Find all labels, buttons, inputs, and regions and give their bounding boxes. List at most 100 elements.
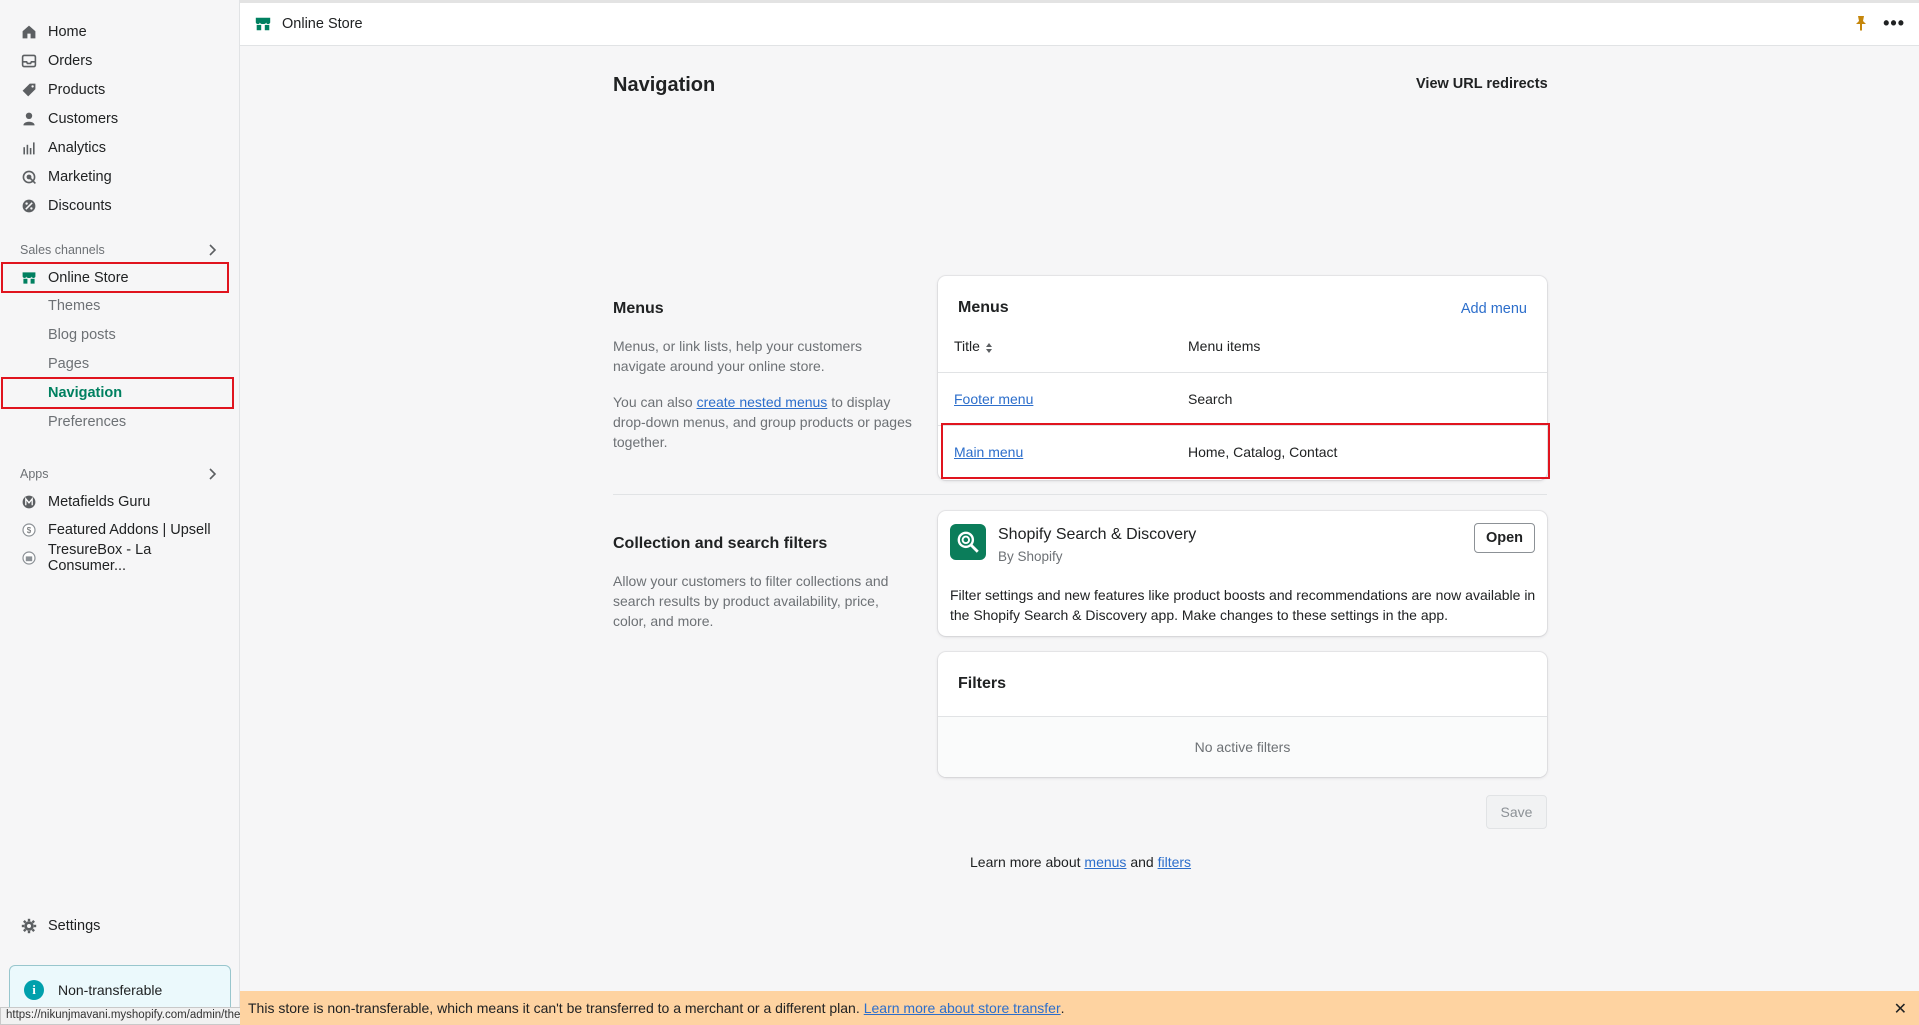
menus-card: Menus Add menu Title Menu items Footer m…: [938, 276, 1547, 480]
sidebar: Home Orders Products Customers Analytics…: [0, 0, 240, 1025]
column-header-menu-items: Menu items: [1188, 338, 1261, 354]
search-discovery-logo-icon: [950, 524, 986, 560]
sort-icon[interactable]: [984, 341, 994, 354]
main-menu-items: Home, Catalog, Contact: [1188, 444, 1338, 460]
sidebar-item-label: Metafields Guru: [48, 494, 151, 510]
save-button[interactable]: Save: [1486, 795, 1547, 829]
non-transferable-label: Non-transferable: [58, 982, 163, 998]
section-divider: [613, 494, 1547, 495]
addons-icon: $: [20, 521, 38, 539]
banner-text: This store is non-transferable, which me…: [248, 1000, 860, 1016]
info-icon: i: [24, 980, 44, 1000]
metafields-icon: [20, 493, 38, 511]
sidebar-subitem-navigation[interactable]: Navigation: [0, 380, 232, 406]
learn-more-and: and: [1126, 854, 1158, 870]
learn-more-prefix: Learn more about: [970, 854, 1085, 870]
filters-section-desc: Allow your customers to filter collectio…: [613, 573, 889, 629]
store-transfer-link[interactable]: Learn more about store transfer: [864, 1000, 1061, 1016]
open-app-button[interactable]: Open: [1474, 523, 1535, 553]
filters-section-title: Collection and search filters: [613, 535, 828, 552]
view-url-redirects-button[interactable]: View URL redirects: [1416, 76, 1548, 92]
menus-section-desc-2: You can also create nested menus to disp…: [613, 392, 913, 452]
filters-card: Filters No active filters: [938, 652, 1547, 777]
orders-icon: [20, 52, 38, 70]
non-transferable-banner: This store is non-transferable, which me…: [240, 991, 1919, 1025]
divider: [938, 425, 1547, 426]
sidebar-item-label: Analytics: [48, 140, 107, 156]
gear-icon: [20, 917, 38, 935]
column-header-title-label: Title: [954, 338, 980, 354]
sidebar-item-customers[interactable]: Customers: [0, 106, 232, 132]
sidebar-item-marketing[interactable]: Marketing: [0, 164, 232, 190]
add-menu-button[interactable]: Add menu: [1461, 301, 1527, 317]
sidebar-subitem-pages[interactable]: Pages: [0, 351, 232, 377]
sidebar-subitem-blog-posts[interactable]: Blog posts: [0, 322, 232, 348]
sidebar-item-label: Featured Addons | Upsell: [48, 522, 211, 538]
close-icon[interactable]: ✕: [1894, 999, 1907, 1019]
menus-help-link[interactable]: menus: [1084, 854, 1126, 870]
store-icon: [254, 15, 272, 33]
sidebar-app-metafields-guru[interactable]: Metafields Guru: [0, 489, 232, 515]
svg-text:$: $: [27, 526, 32, 535]
sidebar-item-products[interactable]: Products: [0, 77, 232, 103]
sidebar-item-label: Products: [48, 82, 106, 98]
home-icon: [20, 23, 38, 41]
sales-channels-header[interactable]: Sales channels: [20, 242, 220, 258]
sidebar-app-featured-addons[interactable]: $ Featured Addons | Upsell: [0, 517, 232, 543]
main-menu-link[interactable]: Main menu: [954, 444, 1023, 460]
menus-desc-prefix: You can also: [613, 394, 697, 410]
sidebar-item-label: Home: [48, 24, 87, 40]
chevron-right-icon[interactable]: [204, 466, 220, 482]
top-bar-title: Online Store: [282, 16, 363, 32]
app-developer: By Shopify: [998, 549, 1063, 564]
sidebar-item-label: Online Store: [48, 270, 129, 286]
sidebar-item-analytics[interactable]: Analytics: [0, 135, 232, 161]
more-actions-icon[interactable]: •••: [1883, 13, 1905, 34]
divider: [938, 372, 1547, 373]
sidebar-item-label: Marketing: [48, 169, 112, 185]
sidebar-app-tresurebox[interactable]: TresureBox - La Consumer...: [0, 542, 232, 574]
app-description: Filter settings and new features like pr…: [950, 587, 1536, 623]
learn-more-footer: Learn more about menus and filters: [970, 854, 1191, 870]
menus-desc-text: Menus, or link lists, help your customer…: [613, 338, 862, 374]
banner-suffix: .: [1060, 1000, 1065, 1016]
app-name: Shopify Search & Discovery: [998, 526, 1197, 543]
apps-label: Apps: [20, 467, 49, 481]
sidebar-item-label: TresureBox - La Consumer...: [47, 542, 152, 574]
discount-icon: [20, 197, 38, 215]
sidebar-item-label: Settings: [48, 918, 101, 934]
page-title: Navigation: [613, 74, 716, 96]
status-bar-url: https://nikunjmavani.myshopify.com/admin…: [0, 1007, 269, 1025]
sidebar-item-orders[interactable]: Orders: [0, 48, 232, 74]
store-icon: [20, 269, 38, 287]
top-bar: Online Store •••: [240, 0, 1919, 46]
no-active-filters: No active filters: [938, 716, 1547, 777]
footer-menu-items: Search: [1188, 391, 1233, 407]
bar-chart-icon: [20, 139, 38, 157]
sidebar-item-settings[interactable]: Settings: [0, 913, 232, 939]
menus-section-desc: Menus, or link lists, help your customer…: [613, 336, 913, 376]
chevron-right-icon[interactable]: [204, 242, 220, 258]
pin-icon[interactable]: [1853, 15, 1869, 31]
sidebar-item-home[interactable]: Home: [0, 19, 232, 45]
footer-menu-link[interactable]: Footer menu: [954, 391, 1033, 407]
sales-channels-label: Sales channels: [20, 243, 105, 257]
person-icon: [20, 110, 38, 128]
sidebar-item-label: Orders: [48, 53, 93, 69]
filters-card-title: Filters: [958, 675, 1007, 692]
apps-header[interactable]: Apps: [20, 466, 220, 482]
menus-section-title: Menus: [613, 300, 664, 317]
tag-icon: [20, 81, 38, 99]
target-icon: [20, 168, 38, 186]
sidebar-item-discounts[interactable]: Discounts: [0, 193, 232, 219]
sidebar-subitem-themes[interactable]: Themes: [0, 293, 232, 319]
sidebar-item-online-store[interactable]: Online Store: [0, 265, 232, 291]
create-nested-menus-link[interactable]: create nested menus: [697, 394, 828, 410]
sidebar-subitem-preferences[interactable]: Preferences: [0, 409, 232, 435]
sidebar-item-label: Discounts: [48, 198, 112, 214]
filters-help-link[interactable]: filters: [1158, 854, 1191, 870]
sidebar-item-label: Customers: [48, 111, 119, 127]
menus-card-title: Menus: [958, 299, 1009, 316]
search-discovery-card: Shopify Search & Discovery By Shopify Op…: [938, 511, 1547, 636]
column-header-title[interactable]: Title: [954, 338, 994, 354]
